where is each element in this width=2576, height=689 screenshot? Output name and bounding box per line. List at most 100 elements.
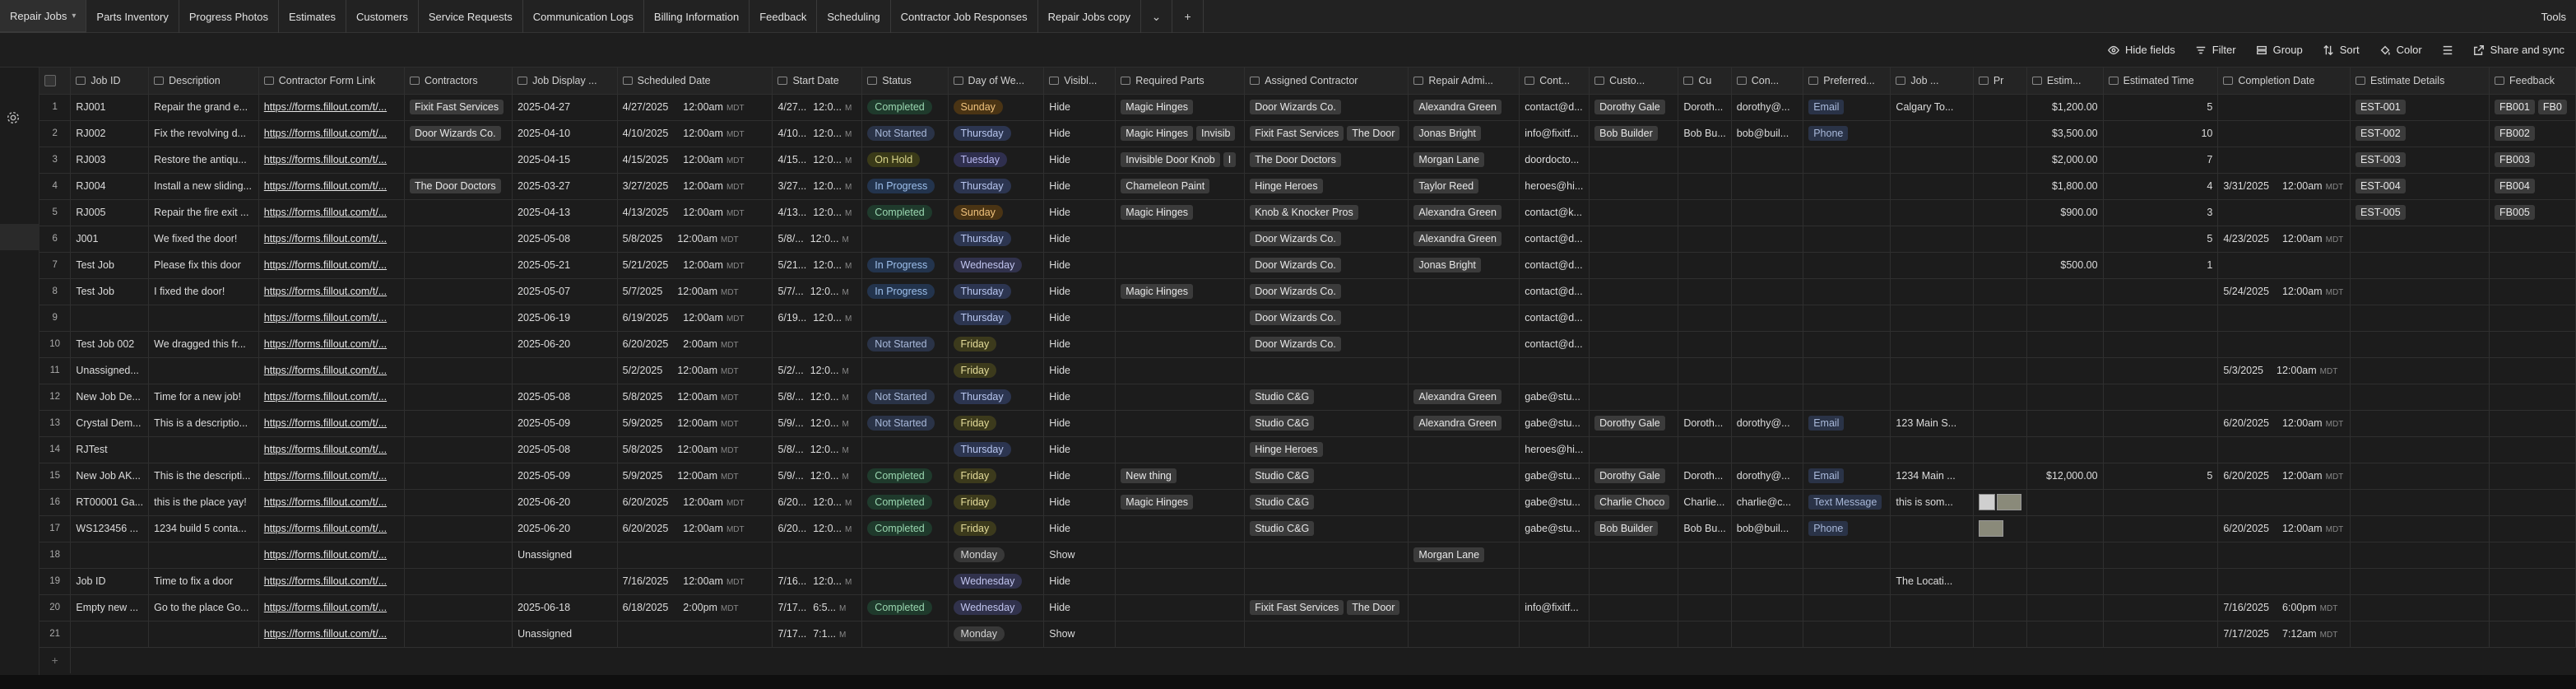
preferred-contact-cell[interactable] — [1803, 147, 1891, 174]
scheduled-date-cell[interactable]: 7/16/2025 12:00am MDT — [617, 568, 773, 595]
estimate-details-cell[interactable]: EST-001 — [2350, 94, 2490, 121]
tab-contractor-job-responses[interactable]: Contractor Job Responses — [891, 0, 1038, 33]
estimated-time-cell[interactable]: 3 — [2103, 199, 2219, 226]
description-cell[interactable]: Go to the place Go... — [148, 594, 259, 621]
job-display-cell[interactable]: 2025-06-20 — [512, 515, 618, 542]
estimate-details-cell[interactable] — [2350, 489, 2490, 516]
column-header[interactable]: Job ... — [1890, 68, 1974, 95]
job-display-cell[interactable]: Unassigned — [512, 542, 618, 569]
repair-admin-cell[interactable] — [1408, 621, 1520, 648]
status-cell[interactable] — [861, 436, 949, 463]
estimated-time-cell[interactable] — [2103, 515, 2219, 542]
visibility-cell[interactable]: Show — [1043, 542, 1116, 569]
feedback-cell[interactable] — [2489, 515, 2576, 542]
customer-cell[interactable] — [1589, 278, 1679, 305]
job-id-cell[interactable]: RJTest — [70, 436, 150, 463]
preferred-contact-cell[interactable]: Email — [1803, 463, 1891, 490]
visibility-cell[interactable]: Hide — [1043, 410, 1116, 437]
job-display-cell[interactable]: 2025-06-20 — [512, 331, 618, 358]
cu-cell[interactable] — [1678, 594, 1732, 621]
scheduled-date-cell[interactable]: 4/27/2025 12:00am MDT — [617, 94, 773, 121]
customer-cell[interactable] — [1589, 199, 1679, 226]
contractor-form-link[interactable]: https://forms.fillout.com/t/... — [264, 312, 387, 324]
row-number[interactable]: 21 — [39, 621, 72, 648]
contact-cell[interactable]: gabe@stu... — [1519, 489, 1590, 516]
required-parts-cell[interactable] — [1115, 305, 1246, 332]
contractors-cell[interactable] — [404, 594, 513, 621]
form-link-cell[interactable]: https://forms.fillout.com/t/... — [258, 621, 405, 648]
estimate-details-cell[interactable]: EST-002 — [2350, 120, 2490, 147]
required-parts-cell[interactable] — [1115, 594, 1246, 621]
customer-cell[interactable] — [1589, 436, 1679, 463]
customer-contact-cell[interactable] — [1731, 199, 1804, 226]
progress-photo-cell[interactable] — [1973, 173, 2027, 200]
job-display-cell[interactable]: 2025-05-09 — [512, 463, 618, 490]
form-link-cell[interactable]: https://forms.fillout.com/t/... — [258, 278, 405, 305]
visibility-cell[interactable]: Hide — [1043, 515, 1116, 542]
job-id-cell[interactable]: RJ003 — [70, 147, 150, 174]
estimate-cell[interactable]: $12,000.00 — [2026, 463, 2104, 490]
contractor-form-link[interactable]: https://forms.fillout.com/t/... — [264, 286, 387, 297]
preferred-contact-cell[interactable] — [1803, 305, 1891, 332]
status-cell[interactable]: In Progress — [861, 252, 949, 279]
estimated-time-cell[interactable]: 4 — [2103, 173, 2219, 200]
progress-photo-cell[interactable] — [1973, 594, 2027, 621]
cu-cell[interactable] — [1678, 147, 1732, 174]
form-link-cell[interactable]: https://forms.fillout.com/t/... — [258, 173, 405, 200]
estimate-cell[interactable] — [2026, 489, 2104, 516]
status-cell[interactable] — [861, 305, 949, 332]
day-of-week-cell[interactable]: Friday — [948, 463, 1045, 490]
estimate-details-cell[interactable] — [2350, 463, 2490, 490]
visibility-cell[interactable]: Hide — [1043, 147, 1116, 174]
estimate-details-cell[interactable] — [2350, 357, 2490, 384]
contractors-cell[interactable] — [404, 199, 513, 226]
row-number[interactable]: 18 — [39, 542, 72, 569]
customer-cell[interactable] — [1589, 305, 1679, 332]
required-parts-cell[interactable]: Invisible Door Knob I — [1115, 147, 1246, 174]
repair-admin-cell[interactable]: Alexandra Green — [1408, 199, 1520, 226]
customer-contact-cell[interactable] — [1731, 542, 1804, 569]
job-location-cell[interactable] — [1890, 384, 1974, 411]
start-date-cell[interactable]: 5/21... 12:0... M — [772, 252, 863, 279]
cu-cell[interactable] — [1678, 252, 1732, 279]
photo-thumbnail[interactable] — [1978, 520, 2003, 537]
row-number[interactable]: 13 — [39, 410, 72, 437]
row-number[interactable]: 3 — [39, 147, 72, 174]
row-number[interactable]: 10 — [39, 331, 72, 358]
day-of-week-cell[interactable]: Friday — [948, 331, 1045, 358]
completion-date-cell[interactable]: 7/17/2025 7:12am MDT — [2217, 621, 2351, 648]
contractor-form-link[interactable]: https://forms.fillout.com/t/... — [264, 101, 387, 113]
progress-photo-cell[interactable] — [1973, 278, 2027, 305]
preferred-contact-cell[interactable] — [1803, 278, 1891, 305]
customer-contact-cell[interactable] — [1731, 226, 1804, 253]
assigned-contractor-cell[interactable] — [1244, 357, 1409, 384]
preferred-contact-cell[interactable] — [1803, 568, 1891, 595]
estimate-cell[interactable]: $2,000.00 — [2026, 147, 2104, 174]
estimated-time-cell[interactable] — [2103, 384, 2219, 411]
column-header[interactable]: Cont... — [1519, 68, 1590, 95]
column-header[interactable]: Visibl... — [1043, 68, 1116, 95]
start-date-cell[interactable]: 4/15... 12:0... M — [772, 147, 863, 174]
assigned-contractor-cell[interactable]: Door Wizards Co. — [1244, 305, 1409, 332]
scheduled-date-cell[interactable]: 5/8/2025 12:00am MDT — [617, 436, 773, 463]
preferred-contact-cell[interactable]: Email — [1803, 94, 1891, 121]
scheduled-date-cell[interactable]: 5/8/2025 12:00am MDT — [617, 384, 773, 411]
form-link-cell[interactable]: https://forms.fillout.com/t/... — [258, 410, 405, 437]
status-cell[interactable] — [861, 621, 949, 648]
contact-cell[interactable]: contact@k... — [1519, 199, 1590, 226]
customer-cell[interactable] — [1589, 173, 1679, 200]
cu-cell[interactable]: Bob Bu... — [1678, 515, 1732, 542]
contractor-form-link[interactable]: https://forms.fillout.com/t/... — [264, 575, 387, 587]
status-cell[interactable]: Completed — [861, 489, 949, 516]
contractor-form-link[interactable]: https://forms.fillout.com/t/... — [264, 444, 387, 455]
status-cell[interactable]: Not Started — [861, 410, 949, 437]
estimated-time-cell[interactable]: 1 — [2103, 252, 2219, 279]
status-cell[interactable]: In Progress — [861, 278, 949, 305]
preferred-contact-cell[interactable]: Text Message — [1803, 489, 1891, 516]
visibility-cell[interactable]: Hide — [1043, 305, 1116, 332]
status-cell[interactable]: Completed — [861, 94, 949, 121]
feedback-cell[interactable] — [2489, 305, 2576, 332]
estimated-time-cell[interactable] — [2103, 436, 2219, 463]
repair-admin-cell[interactable] — [1408, 489, 1520, 516]
status-cell[interactable]: Completed — [861, 463, 949, 490]
